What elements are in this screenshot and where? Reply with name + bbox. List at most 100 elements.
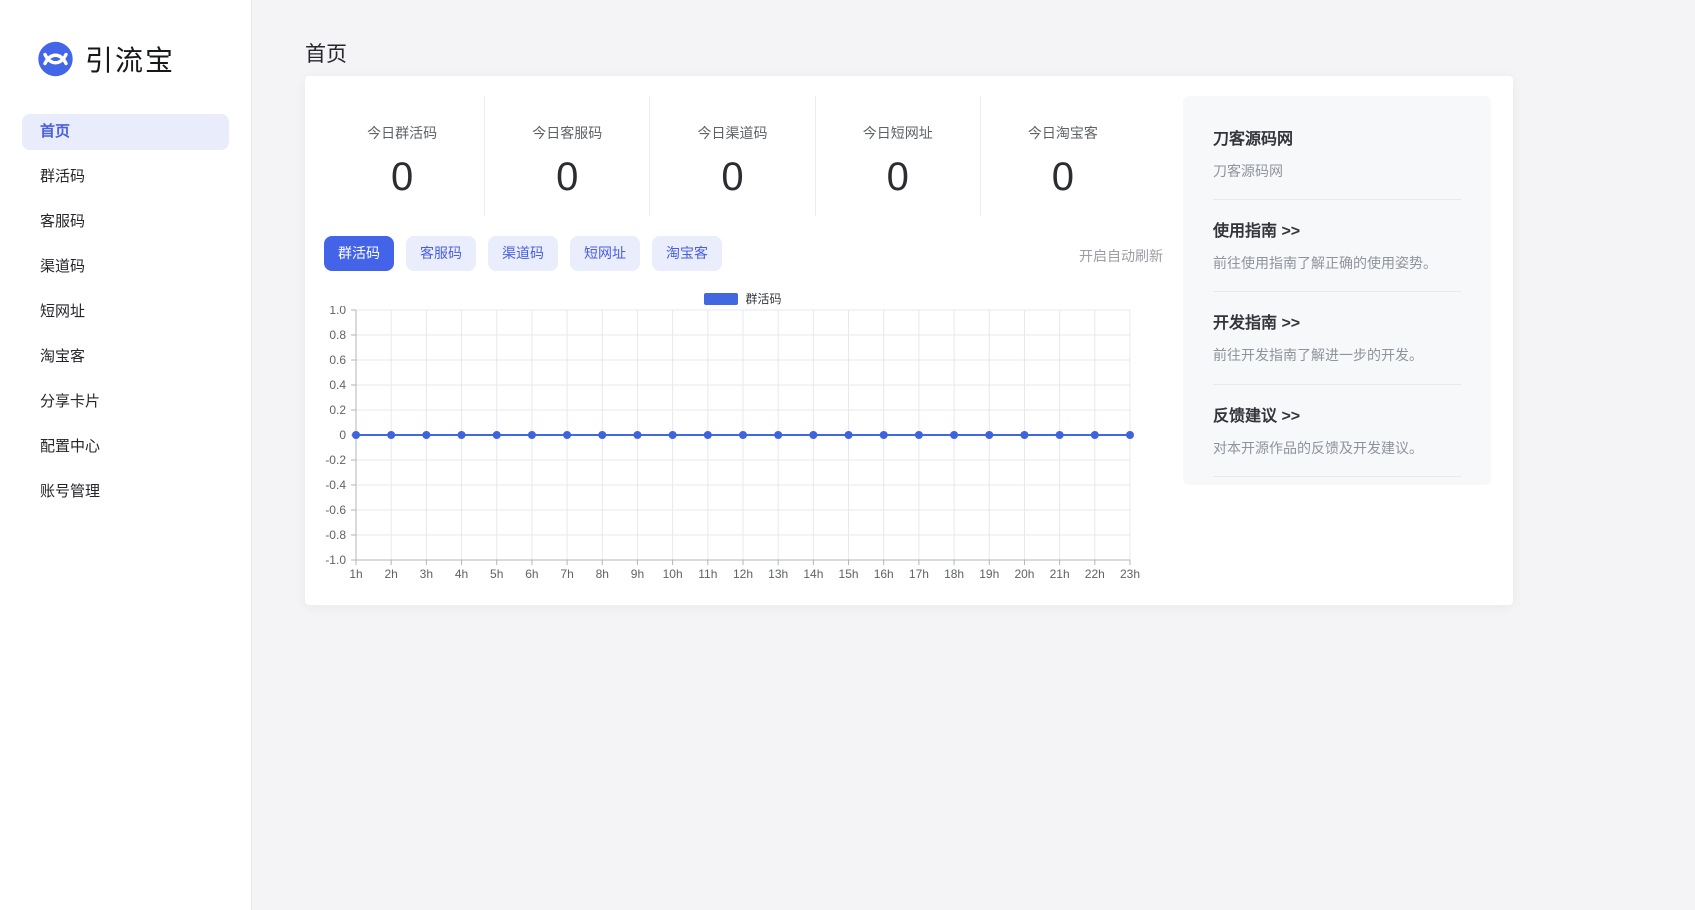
auto-refresh-toggle[interactable]: 开启自动刷新 xyxy=(1079,246,1163,266)
panel-section-0: 刀客源码网刀客源码网 xyxy=(1213,108,1461,200)
svg-text:23h: 23h xyxy=(1120,567,1140,581)
svg-text:2h: 2h xyxy=(385,567,398,581)
stat-card-1: 今日客服码 0 xyxy=(485,96,650,216)
app-title: 引流宝 xyxy=(85,39,175,79)
svg-text:0.6: 0.6 xyxy=(329,353,346,367)
svg-text:17h: 17h xyxy=(909,567,929,581)
brand: 引流宝 xyxy=(0,0,251,79)
data-point xyxy=(422,431,430,439)
legend-swatch xyxy=(704,293,738,305)
svg-text:0.8: 0.8 xyxy=(329,328,346,342)
sidebar-item-4[interactable]: 短网址 xyxy=(22,294,229,330)
svg-text:-0.6: -0.6 xyxy=(325,503,346,517)
line-chart: 1.0 0.8 0.6 0.4 0.2 0 -0.2 -0.4 -0.6 -0.8 -1.01h 2h… xyxy=(305,306,1150,591)
panel-section-title-2[interactable]: 开发指南 >> xyxy=(1213,309,1461,333)
panel-section-desc-1: 前往使用指南了解正确的使用姿势。 xyxy=(1213,254,1461,272)
svg-text:22h: 22h xyxy=(1085,567,1105,581)
sidebar: 引流宝 首页群活码客服码渠道码短网址淘宝客分享卡片配置中心账号管理 xyxy=(0,0,252,910)
page-title: 首页 xyxy=(305,38,347,68)
chart-tabs: 群活码客服码渠道码短网址淘宝客 xyxy=(324,236,722,271)
panel-section-desc-2: 前往开发指南了解进一步的开发。 xyxy=(1213,346,1461,364)
data-point xyxy=(880,431,888,439)
tab-0[interactable]: 群活码 xyxy=(324,236,394,271)
data-point xyxy=(563,431,571,439)
tab-4[interactable]: 淘宝客 xyxy=(652,236,722,271)
svg-text:-0.8: -0.8 xyxy=(325,528,346,542)
svg-text:15h: 15h xyxy=(839,567,859,581)
svg-text:21h: 21h xyxy=(1050,567,1070,581)
svg-text:16h: 16h xyxy=(874,567,894,581)
data-point xyxy=(458,431,466,439)
panel-section-desc-0: 刀客源码网 xyxy=(1213,162,1461,180)
svg-text:0.2: 0.2 xyxy=(329,403,346,417)
stat-label: 今日群活码 xyxy=(320,123,484,143)
sidebar-item-3[interactable]: 渠道码 xyxy=(22,249,229,285)
data-point xyxy=(352,431,360,439)
data-point xyxy=(1056,431,1064,439)
sidebar-item-8[interactable]: 账号管理 xyxy=(22,474,229,510)
chart-legend-item[interactable]: 群活码 xyxy=(356,290,1130,307)
stat-value: 0 xyxy=(981,155,1145,200)
svg-text:14h: 14h xyxy=(803,567,823,581)
svg-text:13h: 13h xyxy=(768,567,788,581)
stat-label: 今日客服码 xyxy=(485,123,649,143)
svg-text:0: 0 xyxy=(339,428,346,442)
tab-3[interactable]: 短网址 xyxy=(570,236,640,271)
data-point xyxy=(633,431,641,439)
data-point xyxy=(915,431,923,439)
stat-value: 0 xyxy=(485,155,649,200)
panel-section-2: 开发指南 >> 前往开发指南了解进一步的开发。 xyxy=(1213,292,1461,384)
sidebar-item-2[interactable]: 客服码 xyxy=(22,204,229,240)
svg-text:7h: 7h xyxy=(560,567,573,581)
sidebar-item-1[interactable]: 群活码 xyxy=(22,159,229,195)
svg-text:18h: 18h xyxy=(944,567,964,581)
sidebar-item-0[interactable]: 首页 xyxy=(22,114,229,150)
data-point xyxy=(493,431,501,439)
data-point xyxy=(950,431,958,439)
svg-text:8h: 8h xyxy=(596,567,609,581)
data-point xyxy=(528,431,536,439)
panel-section-title-3[interactable]: 反馈建议 >> xyxy=(1213,402,1461,426)
svg-text:1.0: 1.0 xyxy=(329,306,346,317)
panel-section-1: 使用指南 >> 前往使用指南了解正确的使用姿势。 xyxy=(1213,200,1461,292)
panel-section-title-0[interactable]: 刀客源码网 xyxy=(1213,125,1461,149)
stat-value: 0 xyxy=(816,155,980,200)
svg-text:0.4: 0.4 xyxy=(329,378,346,392)
data-point xyxy=(739,431,747,439)
panel-section-title-1[interactable]: 使用指南 >> xyxy=(1213,217,1461,241)
stat-value: 0 xyxy=(320,155,484,200)
svg-text:11h: 11h xyxy=(698,567,717,581)
svg-text:-0.4: -0.4 xyxy=(325,478,346,492)
data-point xyxy=(1126,431,1134,439)
data-point xyxy=(774,431,782,439)
svg-text:-1.0: -1.0 xyxy=(325,553,346,567)
info-panel: 刀客源码网刀客源码网使用指南 >>前往使用指南了解正确的使用姿势。开发指南 >>… xyxy=(1183,96,1491,485)
main-content: 首页 今日群活码0今日客服码0今日渠道码0今日短网址0今日淘宝客0 群活码客服码… xyxy=(253,0,1695,910)
svg-text:6h: 6h xyxy=(525,567,538,581)
data-point xyxy=(387,431,395,439)
tab-2[interactable]: 渠道码 xyxy=(488,236,558,271)
stat-card-4: 今日淘宝客0 xyxy=(981,96,1145,216)
data-point xyxy=(1091,431,1099,439)
legend-label: 群活码 xyxy=(745,290,781,307)
panel-section-3: 反馈建议 >>对本开源作品的反馈及开发建议。 xyxy=(1213,385,1461,477)
tab-1[interactable]: 客服码 xyxy=(406,236,476,271)
stat-card-0: 今日群活码 0 xyxy=(320,96,485,216)
data-point xyxy=(809,431,817,439)
sidebar-item-6[interactable]: 分享卡片 xyxy=(22,384,229,420)
sidebar-item-7[interactable]: 配置中心 xyxy=(22,429,229,465)
data-point xyxy=(669,431,677,439)
svg-text:1h: 1h xyxy=(349,567,362,581)
data-point xyxy=(1020,431,1028,439)
svg-text:-0.2: -0.2 xyxy=(325,453,346,467)
line-chart-svg: 1.0 0.8 0.6 0.4 0.2 0 -0.2 -0.4 -0.6 -0.8 -1.01h 2h… xyxy=(305,306,1150,591)
stat-label: 今日渠道码 xyxy=(650,123,814,143)
sidebar-item-5[interactable]: 淘宝客 xyxy=(22,339,229,375)
svg-text:9h: 9h xyxy=(631,567,644,581)
stat-value: 0 xyxy=(650,155,814,200)
svg-text:10h: 10h xyxy=(663,567,683,581)
svg-text:12h: 12h xyxy=(733,567,753,581)
data-point xyxy=(985,431,993,439)
dashboard-card: 今日群活码0今日客服码0今日渠道码0今日短网址0今日淘宝客0 群活码客服码渠道码… xyxy=(305,76,1513,605)
app-logo-icon xyxy=(37,41,74,78)
